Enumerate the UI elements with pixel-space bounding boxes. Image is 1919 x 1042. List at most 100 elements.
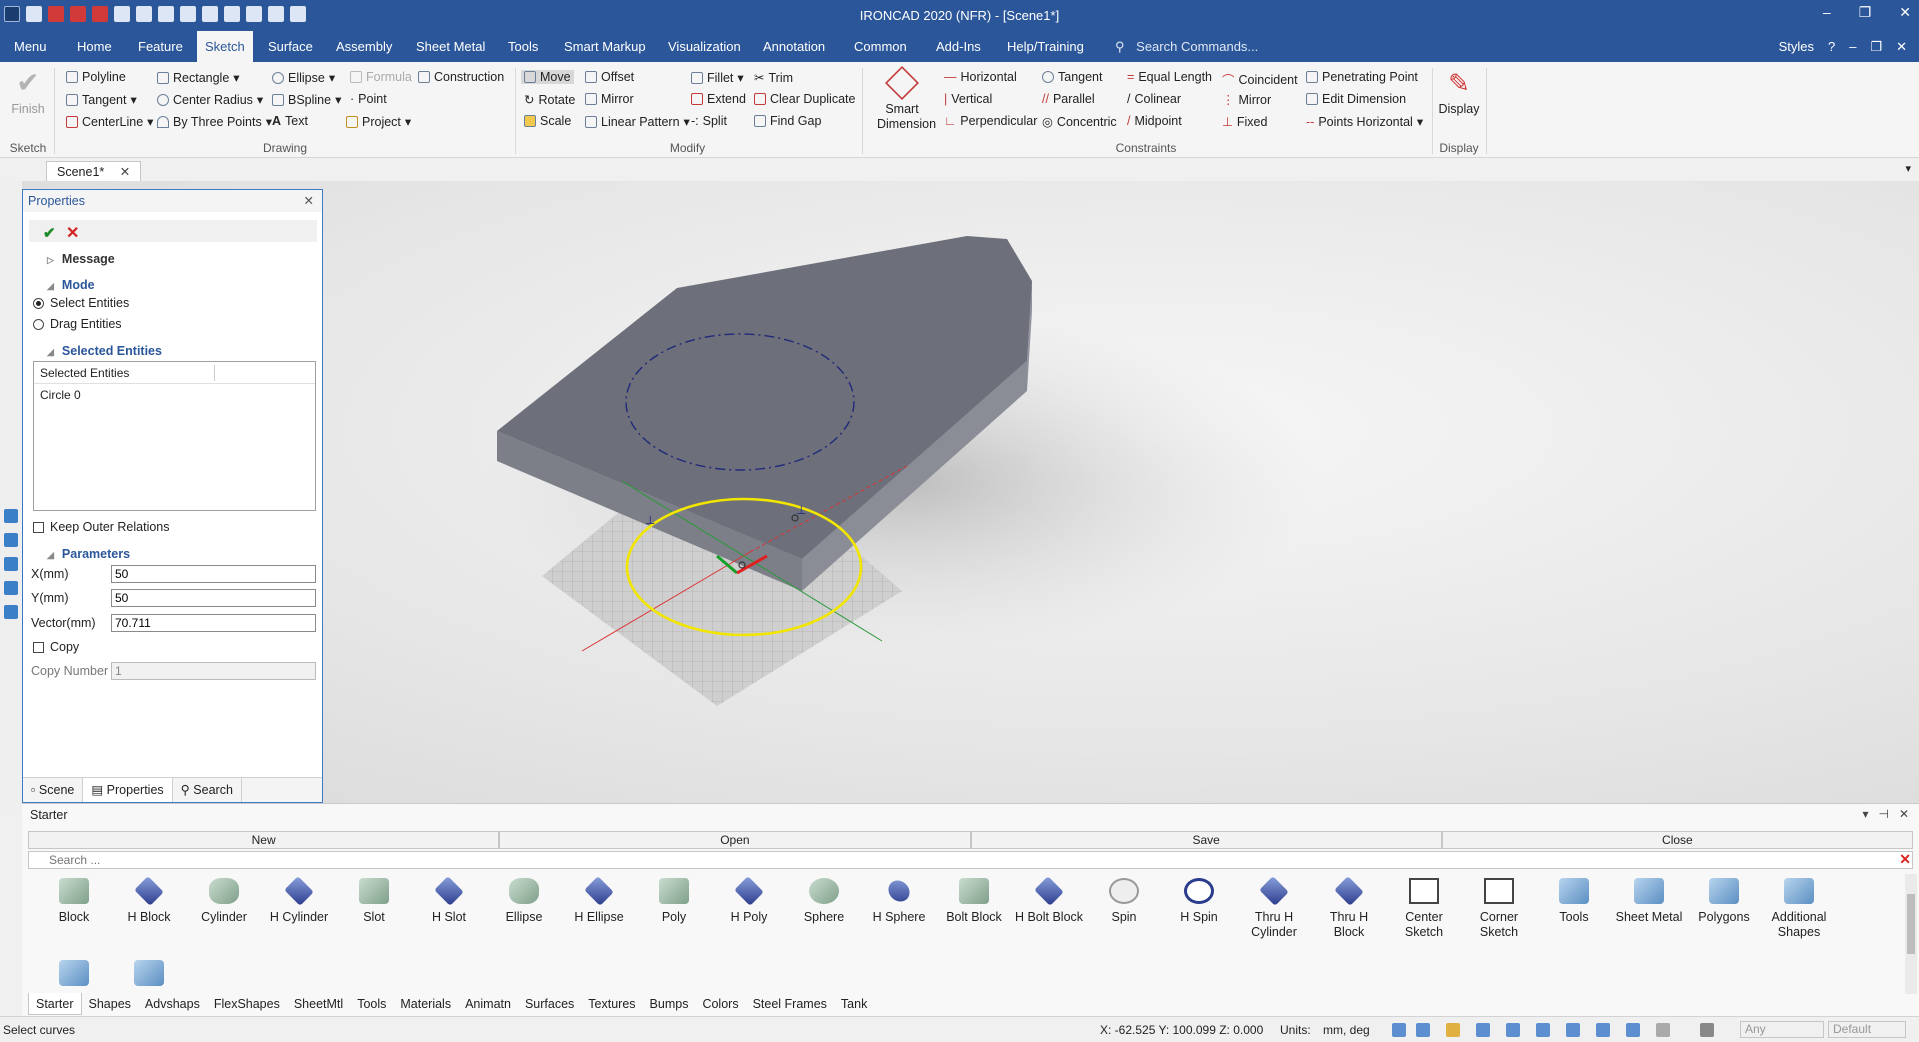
tab-common[interactable]: Common: [846, 31, 915, 62]
vertical-button[interactable]: | Vertical: [944, 92, 992, 106]
filter-default-select[interactable]: Default: [1828, 1021, 1906, 1038]
render-icon[interactable]: [1566, 1023, 1580, 1037]
catalog-tab-tools[interactable]: Tools: [350, 993, 393, 1015]
camera-icon[interactable]: [1596, 1023, 1610, 1037]
catalog-item-polygons[interactable]: Polygons: [1689, 874, 1759, 925]
catalog-tab-colors[interactable]: Colors: [695, 993, 745, 1015]
move-button[interactable]: Move: [521, 70, 574, 84]
close-tab-icon[interactable]: ✕: [120, 165, 130, 179]
display-button[interactable]: ✎ Display: [1438, 68, 1480, 116]
catalog-item-bolt-block[interactable]: Bolt Block: [939, 874, 1009, 925]
catalog-item-sphere[interactable]: Sphere: [789, 874, 859, 925]
restore-doc-button[interactable]: ❐: [1870, 31, 1882, 62]
catalog-item-h-cylinder[interactable]: H Cylinder: [264, 874, 334, 925]
copy-checkbox[interactable]: Copy: [33, 640, 79, 654]
catalog-close-button[interactable]: Close: [1441, 831, 1913, 849]
tangent-constraint-button[interactable]: Tangent: [1042, 70, 1102, 84]
zoom-window-icon[interactable]: [1416, 1023, 1430, 1037]
split-button[interactable]: -: Split: [691, 114, 727, 128]
orbit-icon[interactable]: [1506, 1023, 1520, 1037]
catalog-tab-surfaces[interactable]: Surfaces: [518, 993, 581, 1015]
select-entities-radio[interactable]: Select Entities: [33, 296, 129, 310]
tab-assembly[interactable]: Assembly: [328, 31, 400, 62]
minimize-button[interactable]: –: [1823, 4, 1831, 21]
search-commands[interactable]: ⚲ Search Commands...: [1115, 31, 1258, 62]
catalog-tab-flexshapes[interactable]: FlexShapes: [207, 993, 287, 1015]
by-three-points-button[interactable]: By Three Points ▾: [157, 114, 272, 129]
fit-icon[interactable]: [1446, 1023, 1460, 1037]
catalog-tab-bumps[interactable]: Bumps: [643, 993, 696, 1015]
tab-feature[interactable]: Feature: [130, 31, 191, 62]
catalog-item-h-sphere[interactable]: H Sphere: [864, 874, 934, 925]
catalog-item-tools[interactable]: Tools: [1539, 874, 1609, 925]
select-arrow-icon[interactable]: [1656, 1023, 1670, 1037]
mirror-constraint-button[interactable]: ⋮ Mirror: [1222, 92, 1271, 108]
keep-outer-relations-checkbox[interactable]: Keep Outer Relations: [33, 520, 170, 534]
units-value[interactable]: mm, deg: [1323, 1023, 1370, 1037]
restore-button[interactable]: ❐: [1859, 4, 1872, 21]
catalog-item-sheet-metal[interactable]: Sheet Metal: [1614, 874, 1684, 925]
mirror-modify-button[interactable]: Mirror: [585, 92, 634, 106]
filter-any-select[interactable]: Any: [1740, 1021, 1824, 1038]
close-icon[interactable]: ✕: [1899, 807, 1909, 821]
catalog-new-button[interactable]: New: [28, 831, 500, 849]
find-gap-button[interactable]: Find Gap: [754, 114, 821, 128]
list-item[interactable]: Circle 0: [34, 384, 315, 406]
y-input[interactable]: [111, 589, 316, 607]
rectangle-button[interactable]: Rectangle ▾: [157, 70, 240, 85]
catalog-search-input[interactable]: [28, 851, 1913, 869]
chevron-down-icon[interactable]: ▾: [1905, 162, 1911, 175]
concentric-button[interactable]: ◎ Concentric: [1042, 114, 1117, 130]
catalog-item-folder[interactable]: [39, 956, 109, 992]
catalog-item-block[interactable]: Block: [39, 874, 109, 925]
tab-properties[interactable]: ▤ Properties: [83, 778, 173, 802]
selected-entities-list[interactable]: Selected Entities Circle 0: [33, 361, 316, 511]
tab-annotation[interactable]: Annotation: [755, 31, 833, 62]
clear-search-icon[interactable]: ✕: [1899, 851, 1911, 868]
chevron-down-icon[interactable]: ▾: [1862, 807, 1868, 821]
rotate-button[interactable]: ↻ Rotate: [524, 92, 575, 108]
ok-check-icon[interactable]: ✔: [43, 224, 56, 242]
parallel-button[interactable]: //Parallel: [1042, 92, 1095, 106]
pin-icon[interactable]: ⊣: [1878, 807, 1888, 821]
construction-button[interactable]: Construction: [418, 70, 504, 84]
view-cube-icon[interactable]: [4, 509, 18, 523]
catalog-item-h-ellipse[interactable]: H Ellipse: [564, 874, 634, 925]
catalog-tab-animatn[interactable]: Animatn: [458, 993, 518, 1015]
scrollbar-thumb[interactable]: [1907, 894, 1915, 954]
parameters-section[interactable]: ◢ Parameters: [47, 547, 130, 561]
tab-sketch[interactable]: Sketch: [197, 31, 253, 62]
catalog-tab-tank[interactable]: Tank: [834, 993, 874, 1015]
catalog-item-center-sketch[interactable]: Center Sketch: [1389, 874, 1459, 940]
styles-dropdown[interactable]: Styles: [1779, 31, 1814, 62]
view-side-icon[interactable]: [4, 581, 18, 595]
finish-button[interactable]: ✔ Finish: [10, 68, 46, 117]
bspline-button[interactable]: BSpline ▾: [272, 92, 341, 107]
tab-add-ins[interactable]: Add-Ins: [928, 31, 989, 62]
tab-sheet-metal[interactable]: Sheet Metal: [408, 31, 493, 62]
catalog-item-corner-sketch[interactable]: Corner Sketch: [1464, 874, 1534, 940]
view-top-icon[interactable]: [4, 557, 18, 571]
fillet-button[interactable]: Fillet ▾: [691, 70, 744, 85]
extend-button[interactable]: Extend: [691, 92, 746, 106]
catalog-tab-advshaps[interactable]: Advshaps: [138, 993, 207, 1015]
catalog-tab-shapes[interactable]: Shapes: [82, 993, 138, 1015]
text-button[interactable]: A Text: [272, 114, 308, 128]
tab-visualization[interactable]: Visualization: [660, 31, 749, 62]
catalog-item-slot[interactable]: Slot: [339, 874, 409, 925]
clear-duplicate-button[interactable]: Clear Duplicate: [754, 92, 855, 106]
tab-home[interactable]: Home: [69, 31, 120, 62]
selected-entities-section[interactable]: ◢ Selected Entities: [47, 344, 162, 358]
catalog-item-thru-h-block[interactable]: Thru H Block: [1314, 874, 1384, 940]
colinear-button[interactable]: / Colinear: [1127, 92, 1181, 106]
message-section[interactable]: ▷ Message: [47, 252, 115, 266]
cancel-x-icon[interactable]: ✕: [66, 223, 79, 243]
points-horizontal-button[interactable]: -- Points Horizontal ▾: [1306, 114, 1423, 130]
coincident-button[interactable]: ⌒ Coincident: [1222, 70, 1298, 89]
tab-smart-markup[interactable]: Smart Markup: [556, 31, 654, 62]
pan-icon[interactable]: [1536, 1023, 1550, 1037]
scale-button[interactable]: Scale: [524, 114, 571, 128]
tab-menu[interactable]: Menu: [6, 31, 55, 62]
smart-dimension-button[interactable]: Smart Dimension: [866, 66, 938, 132]
catalog-tab-materials[interactable]: Materials: [393, 993, 458, 1015]
